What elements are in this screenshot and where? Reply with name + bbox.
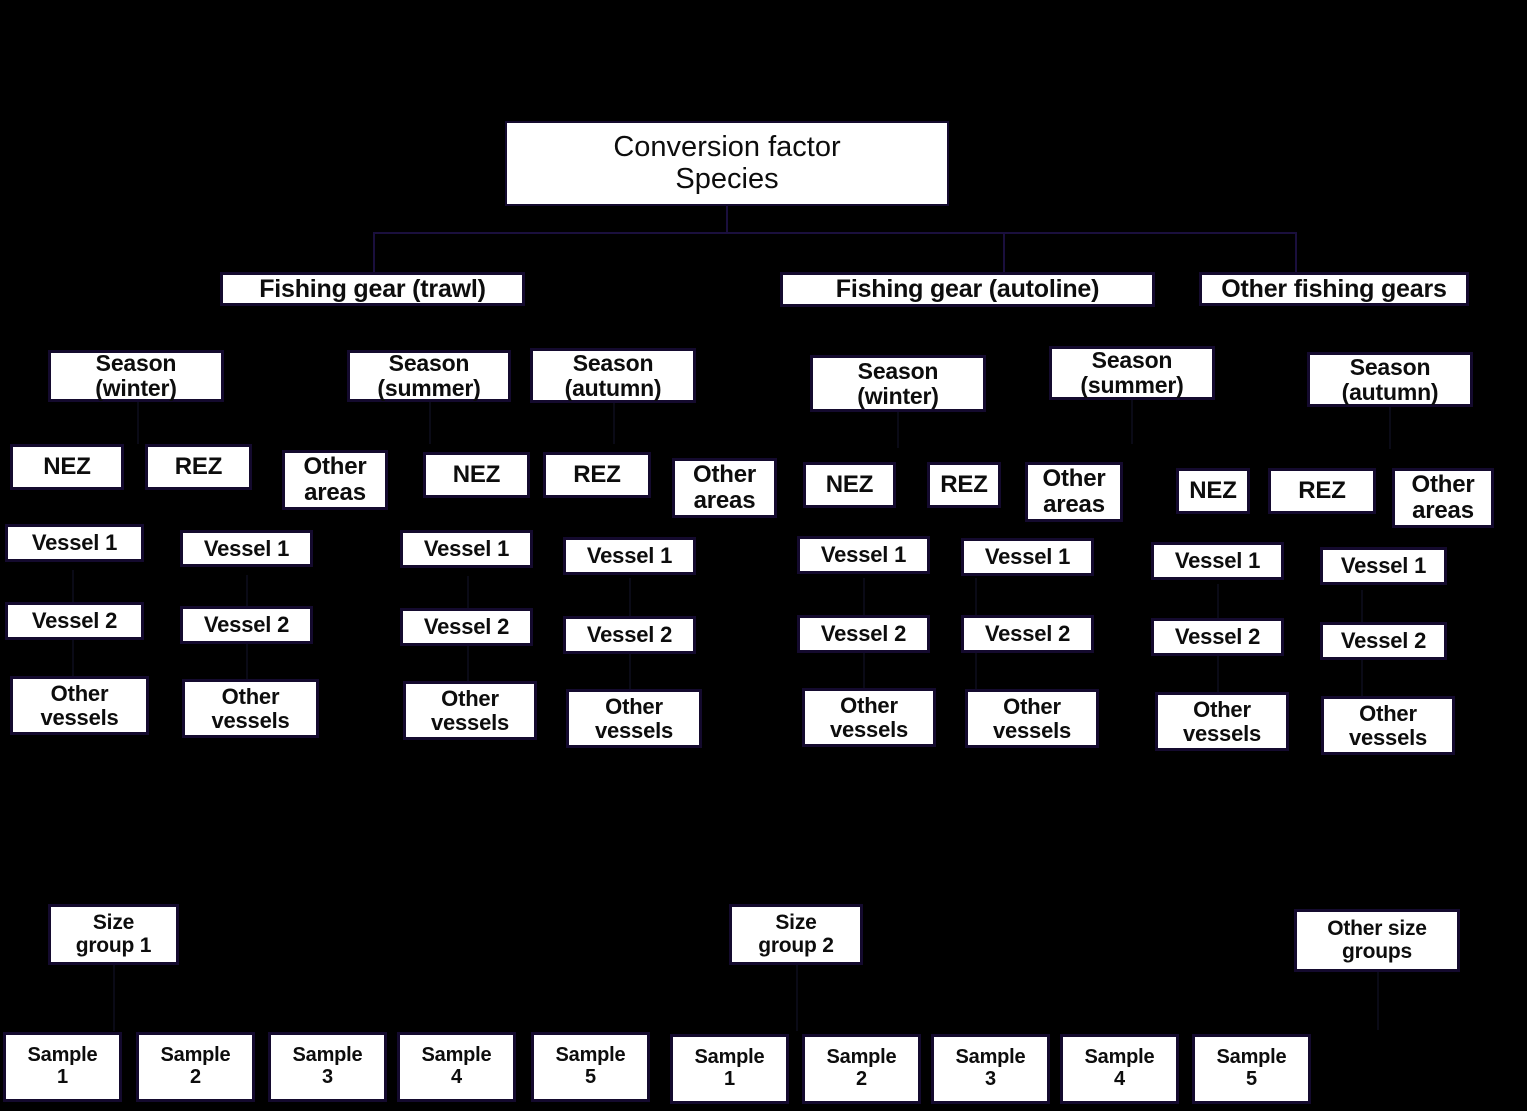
node-other-vessels-col-3[interactable]: Other vessels [403,681,537,740]
node-size-group-2[interactable]: Size group 2 [729,904,863,965]
node-sample-g2-1[interactable]: Sample 1 [670,1034,789,1104]
node-other-size-groups[interactable]: Other size groups [1294,909,1460,972]
node-vessel-1-col-4[interactable]: Vessel 1 [563,537,696,575]
node-vessel-2-col-6[interactable]: Vessel 2 [961,615,1094,653]
node-sample-g2-3[interactable]: Sample 3 [931,1034,1050,1104]
node-season-summer-autoline[interactable]: Season (summer) [1049,346,1215,400]
node-vessel-2-col-3[interactable]: Vessel 2 [400,608,533,646]
node-other-vessels-col-5[interactable]: Other vessels [802,688,936,747]
node-vessel-2-col-8[interactable]: Vessel 2 [1320,622,1447,660]
connector-season-autumn-other-drop [1389,405,1391,449]
node-other-vessels-col-1[interactable]: Other vessels [10,676,149,735]
connector-season-winter-trawl-drop [137,400,139,444]
node-area-rez-1[interactable]: REZ [145,444,252,490]
node-vessel-2-col-2[interactable]: Vessel 2 [180,606,313,644]
node-sample-g1-1[interactable]: Sample 1 [3,1032,122,1102]
node-vessel-1-col-6[interactable]: Vessel 1 [961,538,1094,576]
connector-gear-other-drop [1295,232,1297,272]
node-vessel-2-col-4[interactable]: Vessel 2 [563,616,696,654]
connector-sizegroup-other-drop [1377,972,1379,1030]
node-other-vessels-col-4[interactable]: Other vessels [566,689,702,748]
node-area-other-1[interactable]: Other areas [282,450,388,510]
connector-gear-autoline-drop [1003,232,1005,272]
node-vessel-2-col-7[interactable]: Vessel 2 [1151,618,1284,656]
node-area-other-2[interactable]: Other areas [672,458,777,518]
connector-season-summer-autoline-drop [1131,398,1133,444]
node-other-vessels-col-8[interactable]: Other vessels [1321,696,1455,755]
node-area-rez-2[interactable]: REZ [543,452,651,498]
node-area-nez-4[interactable]: NEZ [1176,468,1250,514]
node-vessel-1-col-7[interactable]: Vessel 1 [1151,542,1284,580]
connector-root-stem [726,205,728,233]
node-season-winter-trawl[interactable]: Season (winter) [48,350,224,402]
node-area-nez-3[interactable]: NEZ [803,462,896,508]
node-sample-g2-4[interactable]: Sample 4 [1060,1034,1179,1104]
node-vessel-1-col-2[interactable]: Vessel 1 [180,530,313,567]
node-other-fishing-gears[interactable]: Other fishing gears [1199,272,1469,306]
node-vessel-2-col-5[interactable]: Vessel 2 [797,615,930,653]
node-sample-g1-5[interactable]: Sample 5 [531,1032,650,1102]
diagram-canvas: Conversion factor Species Fishing gear (… [0,0,1527,1111]
connector-gear-trawl-drop [373,232,375,272]
node-sample-g1-3[interactable]: Sample 3 [268,1032,387,1102]
node-vessel-1-col-8[interactable]: Vessel 1 [1320,547,1447,585]
node-area-other-3[interactable]: Other areas [1025,462,1123,522]
connector-season-winter-autoline-drop [897,408,899,448]
node-season-autumn-other[interactable]: Season (autumn) [1307,352,1473,407]
node-season-winter-autoline[interactable]: Season (winter) [810,355,986,412]
node-fishing-gear-trawl[interactable]: Fishing gear (trawl) [220,272,525,306]
connector-season-summer-trawl-drop [429,400,431,444]
node-conversion-factor-species[interactable]: Conversion factor Species [505,121,949,206]
node-area-rez-4[interactable]: REZ [1268,468,1376,514]
node-vessel-1-col-1[interactable]: Vessel 1 [5,524,144,562]
connector-sizegroup-2-drop [796,965,798,1031]
node-area-nez-1[interactable]: NEZ [10,444,124,490]
connector-season-autumn-trawl-drop [613,400,615,444]
node-vessel-2-col-1[interactable]: Vessel 2 [5,602,144,640]
node-vessel-1-col-3[interactable]: Vessel 1 [400,530,533,568]
node-area-rez-3[interactable]: REZ [927,462,1001,508]
node-season-autumn-trawl[interactable]: Season (autumn) [530,348,696,403]
node-other-vessels-col-2[interactable]: Other vessels [182,679,319,738]
connector-gear-bus [373,232,1296,234]
node-size-group-1[interactable]: Size group 1 [48,904,179,965]
node-sample-g2-5[interactable]: Sample 5 [1192,1034,1311,1104]
node-other-vessels-col-7[interactable]: Other vessels [1155,692,1289,751]
node-other-vessels-col-6[interactable]: Other vessels [965,689,1099,748]
node-area-other-4[interactable]: Other areas [1392,468,1494,528]
node-season-summer-trawl[interactable]: Season (summer) [347,350,511,402]
connector-sizegroup-1-drop [113,965,115,1031]
node-area-nez-2[interactable]: NEZ [423,452,530,498]
node-sample-g2-2[interactable]: Sample 2 [802,1034,921,1104]
node-sample-g1-4[interactable]: Sample 4 [397,1032,516,1102]
node-vessel-1-col-5[interactable]: Vessel 1 [797,536,930,574]
node-fishing-gear-autoline[interactable]: Fishing gear (autoline) [780,272,1155,307]
node-sample-g1-2[interactable]: Sample 2 [136,1032,255,1102]
